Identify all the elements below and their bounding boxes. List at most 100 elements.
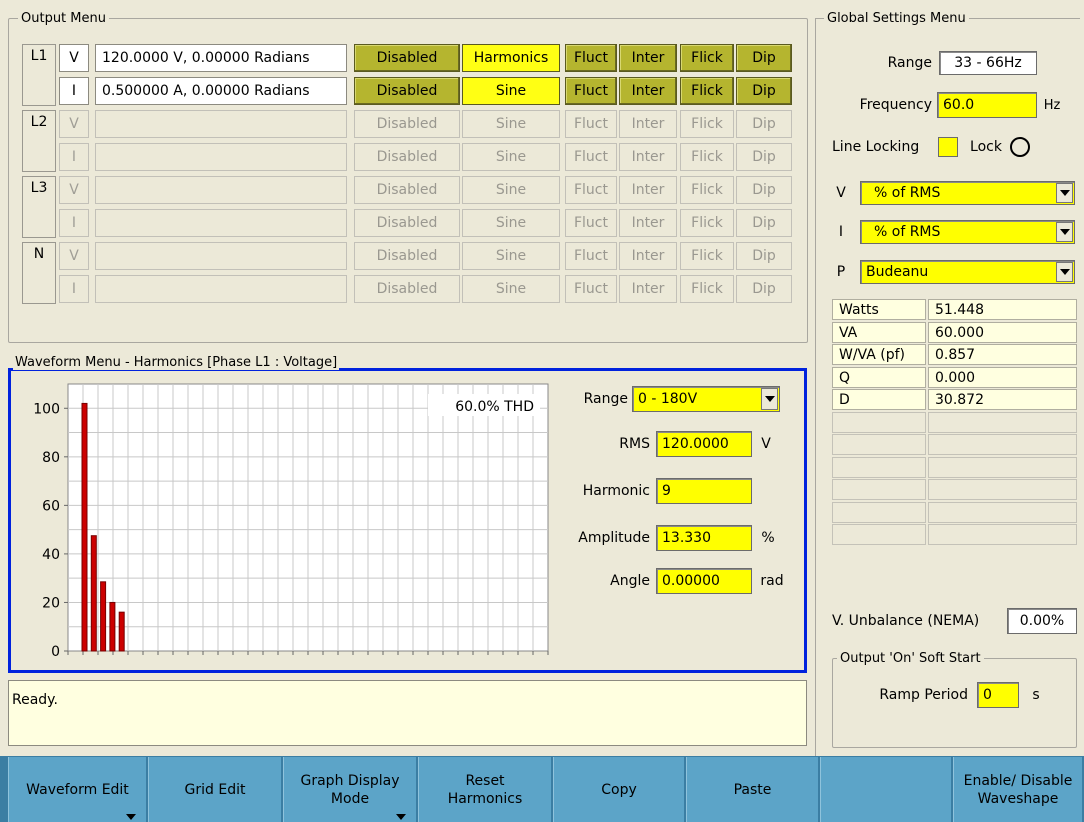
output-state-button[interactable]: Disabled <box>354 44 460 72</box>
output-value-field[interactable] <box>95 110 347 138</box>
output-state-button[interactable]: Disabled <box>354 143 460 171</box>
waveshape-button[interactable]: Harmonics <box>462 44 560 72</box>
waveshape-button[interactable]: Sine <box>462 110 560 138</box>
inter-button[interactable]: Inter <box>619 176 677 204</box>
output-state-button[interactable]: Disabled <box>354 176 460 204</box>
phase-label: L2 <box>30 114 48 130</box>
dip-button[interactable]: Dip <box>736 44 792 72</box>
inter-button[interactable]: Inter <box>619 242 677 270</box>
flick-button[interactable]: Flick <box>680 275 734 303</box>
output-value-field[interactable] <box>95 176 347 204</box>
ramp-period-input[interactable]: 0 <box>977 682 1019 708</box>
dip-button[interactable]: Dip <box>736 176 792 204</box>
p-mode-select[interactable]: Budeanu <box>860 260 1075 284</box>
soft-start-title: Output 'On' Soft Start <box>837 651 984 666</box>
waveshape-button[interactable]: Sine <box>462 275 560 303</box>
function-key-6[interactable]: Paste <box>686 757 820 822</box>
gs-range-field[interactable]: 33 - 66Hz <box>939 51 1037 75</box>
waveshape-button[interactable]: Sine <box>462 242 560 270</box>
output-state-button[interactable]: Disabled <box>354 77 460 105</box>
output-state-button[interactable]: Disabled <box>354 110 460 138</box>
output-state-button[interactable]: Disabled <box>354 275 460 303</box>
frequency-unit: Hz <box>1043 97 1061 113</box>
chart-y-tick-label: 0 <box>51 644 60 660</box>
output-menu-title: Output Menu <box>18 11 109 26</box>
output-value-field[interactable] <box>95 209 347 237</box>
amplitude-input[interactable]: 13.330 <box>656 525 752 551</box>
inter-button[interactable]: Inter <box>619 44 677 72</box>
harmonics-chart[interactable]: 0 20 40 60 80 100 60.0% THD <box>20 378 555 663</box>
flick-button[interactable]: Flick <box>680 242 734 270</box>
function-key-8[interactable]: Enable/ Disable Waveshape <box>953 757 1084 822</box>
fluct-button[interactable]: Fluct <box>565 209 617 237</box>
flick-button[interactable]: Flick <box>680 209 734 237</box>
fluct-button[interactable]: Fluct <box>565 77 617 105</box>
fluct-button[interactable]: Fluct <box>565 110 617 138</box>
flick-button[interactable]: Flick <box>680 77 734 105</box>
waveshape-button[interactable]: Sine <box>462 77 560 105</box>
measurement-value <box>928 524 1077 545</box>
measurement-value: 60.000 <box>928 322 1077 343</box>
flick-button[interactable]: Flick <box>680 44 734 72</box>
dip-button[interactable]: Dip <box>736 242 792 270</box>
measurement-name: D <box>832 389 926 410</box>
lock-indicator-icon <box>1010 137 1030 157</box>
measurement-name <box>832 479 926 500</box>
fluct-button[interactable]: Fluct <box>565 275 617 303</box>
fluct-button[interactable]: Fluct <box>565 176 617 204</box>
dip-button[interactable]: Dip <box>736 110 792 138</box>
chevron-down-icon[interactable] <box>761 388 778 410</box>
output-value-field[interactable] <box>95 143 347 171</box>
chart-bar <box>90 535 97 652</box>
harmonic-input[interactable]: 9 <box>656 478 752 504</box>
measurement-value: 0.000 <box>928 367 1077 388</box>
function-key-7[interactable] <box>820 757 953 822</box>
dip-button[interactable]: Dip <box>736 209 792 237</box>
function-key-2[interactable]: Grid Edit <box>148 757 283 822</box>
v-mode-label: V <box>836 185 846 201</box>
function-key-1[interactable]: Waveform Edit <box>8 757 148 822</box>
function-key-5[interactable]: Copy <box>553 757 686 822</box>
fluct-button[interactable]: Fluct <box>565 242 617 270</box>
waveshape-button[interactable]: Sine <box>462 143 560 171</box>
flick-button[interactable]: Flick <box>680 176 734 204</box>
rms-input[interactable]: 120.0000 <box>656 431 752 457</box>
p-mode-label: P <box>836 264 846 280</box>
lock-label: Lock <box>970 139 1002 155</box>
flick-button[interactable]: Flick <box>680 110 734 138</box>
chevron-down-icon[interactable] <box>1056 183 1073 203</box>
inter-button[interactable]: Inter <box>619 275 677 303</box>
waveshape-button[interactable]: Sine <box>462 176 560 204</box>
fluct-button[interactable]: Fluct <box>565 143 617 171</box>
function-key-label: Grid Edit <box>184 781 246 798</box>
inter-button[interactable]: Inter <box>619 110 677 138</box>
function-key-3[interactable]: Graph Display Mode <box>283 757 418 822</box>
fluct-button[interactable]: Fluct <box>565 44 617 72</box>
inter-button[interactable]: Inter <box>619 143 677 171</box>
v-mode-select[interactable]: % of RMS <box>860 181 1075 205</box>
chevron-down-icon[interactable] <box>1056 262 1073 282</box>
harmonic-label: Harmonic <box>582 483 650 499</box>
output-state-button[interactable]: Disabled <box>354 209 460 237</box>
inter-button[interactable]: Inter <box>619 77 677 105</box>
flick-button[interactable]: Flick <box>680 143 734 171</box>
output-value-field[interactable]: 120.0000 V, 0.00000 Radians <box>95 44 347 72</box>
measurement-value: 0.857 <box>928 344 1077 365</box>
frequency-input[interactable]: 60.0 <box>937 92 1037 118</box>
output-value-field[interactable] <box>95 242 347 270</box>
inter-button[interactable]: Inter <box>619 209 677 237</box>
chevron-down-icon[interactable] <box>1056 222 1073 242</box>
wf-range-select[interactable]: 0 - 180V <box>632 386 780 412</box>
output-value-field[interactable]: 0.500000 A, 0.00000 Radians <box>95 77 347 105</box>
output-value-field[interactable] <box>95 275 347 303</box>
function-key-label: Graph Display Mode <box>300 772 400 807</box>
i-mode-select[interactable]: % of RMS <box>860 220 1075 244</box>
dip-button[interactable]: Dip <box>736 143 792 171</box>
waveshape-button[interactable]: Sine <box>462 209 560 237</box>
line-locking-checkbox[interactable] <box>938 137 958 157</box>
dip-button[interactable]: Dip <box>736 77 792 105</box>
dip-button[interactable]: Dip <box>736 275 792 303</box>
function-key-4[interactable]: Reset Harmonics <box>418 757 553 822</box>
output-state-button[interactable]: Disabled <box>354 242 460 270</box>
angle-input[interactable]: 0.00000 <box>656 568 752 594</box>
